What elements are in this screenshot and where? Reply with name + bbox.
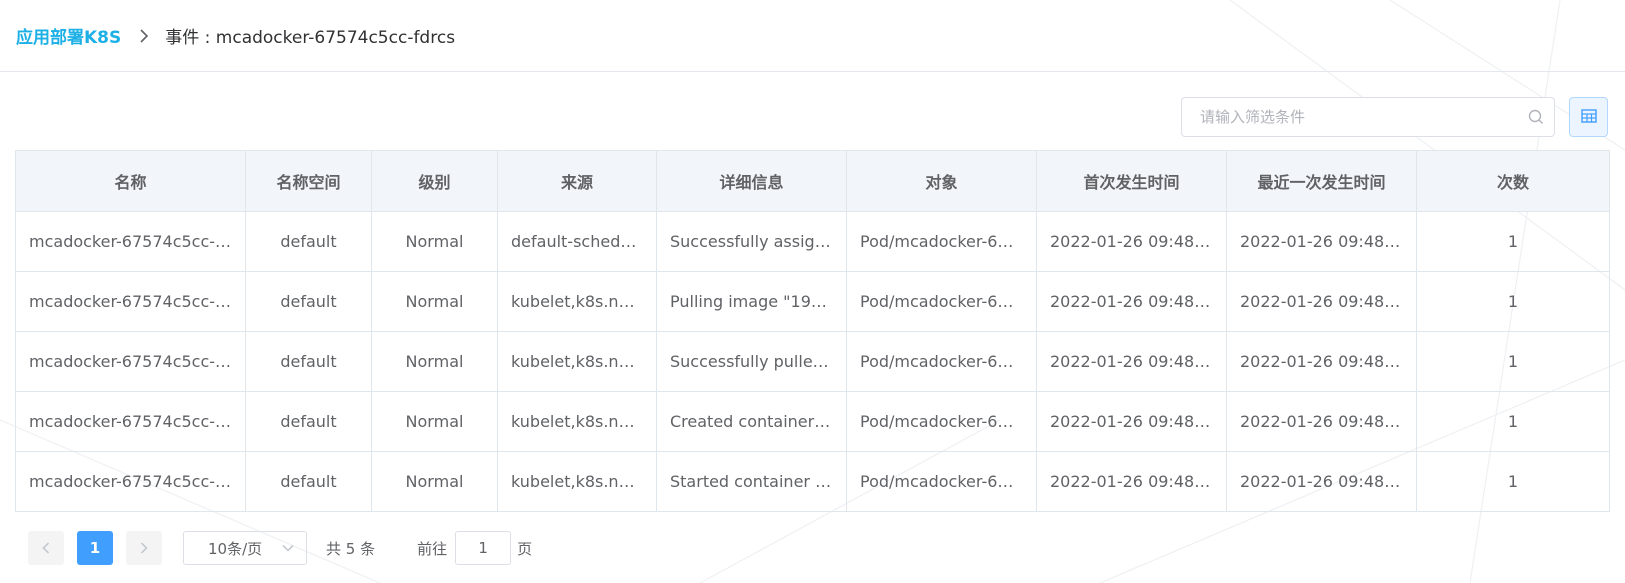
cell-source: kubelet,k8s.no… bbox=[497, 331, 657, 392]
cell-message: Successfully assig… bbox=[656, 211, 847, 272]
page-size-value: 10条/页 bbox=[208, 539, 263, 558]
cell-name: mcadocker-67574c5cc-… bbox=[15, 271, 246, 332]
cell-name: mcadocker-67574c5cc-… bbox=[15, 391, 246, 452]
table-row[interactable]: mcadocker-67574c5cc-… default Normal def… bbox=[15, 211, 1610, 272]
breadcrumb-root-link[interactable]: 应用部署K8S bbox=[16, 23, 121, 48]
page-number-active[interactable]: 1 bbox=[77, 531, 113, 565]
chevron-left-icon bbox=[42, 542, 50, 554]
cell-message: Created container … bbox=[656, 391, 847, 452]
column-header[interactable]: 来源 bbox=[497, 150, 657, 212]
column-header[interactable]: 名称空间 bbox=[245, 150, 372, 212]
cell-source: default-sched… bbox=[497, 211, 657, 272]
cell-first-time: 2022-01-26 09:48:28 bbox=[1036, 271, 1227, 332]
cell-message: Started container … bbox=[656, 451, 847, 512]
cell-last-time: 2022-01-26 09:48:28 bbox=[1226, 271, 1417, 332]
table-header-row: 名称 名称空间 级别 来源 详细信息 对象 首次发生时间 最近一次发生时间 次数 bbox=[15, 150, 1610, 212]
table-grid-icon bbox=[1580, 108, 1597, 127]
cell-level: Normal bbox=[371, 211, 498, 272]
chevron-down-icon bbox=[282, 544, 294, 552]
cell-name: mcadocker-67574c5cc-… bbox=[15, 211, 246, 272]
prev-page-button[interactable] bbox=[28, 531, 64, 565]
cell-last-time: 2022-01-26 09:48:27 bbox=[1226, 211, 1417, 272]
cell-namespace: default bbox=[245, 391, 372, 452]
page-size-select[interactable]: 10条/页 bbox=[183, 531, 307, 565]
cell-level: Normal bbox=[371, 331, 498, 392]
cell-count: 1 bbox=[1416, 211, 1610, 272]
cell-name: mcadocker-67574c5cc-… bbox=[15, 451, 246, 512]
cell-level: Normal bbox=[371, 451, 498, 512]
goto-page-input[interactable] bbox=[455, 531, 512, 565]
chevron-right-icon bbox=[139, 28, 149, 43]
breadcrumb: 应用部署K8S 事件 : mcadocker-67574c5cc-fdrcs bbox=[0, 0, 1625, 72]
cell-name: mcadocker-67574c5cc-… bbox=[15, 331, 246, 392]
column-header[interactable]: 次数 bbox=[1416, 150, 1610, 212]
filter-search-box bbox=[1181, 97, 1555, 137]
cell-source: kubelet,k8s.no… bbox=[497, 271, 657, 332]
search-icon[interactable] bbox=[1518, 109, 1554, 125]
cell-object: Pod/mcadocker-6… bbox=[846, 391, 1037, 452]
table-row[interactable]: mcadocker-67574c5cc-… default Normal kub… bbox=[15, 331, 1610, 392]
column-header[interactable]: 首次发生时间 bbox=[1036, 150, 1227, 212]
column-header[interactable]: 详细信息 bbox=[656, 150, 847, 212]
pagination: 1 10条/页 共 5 条 前往 页 bbox=[28, 530, 532, 566]
goto-label: 前往 bbox=[417, 539, 448, 558]
page-jumper: 前往 页 bbox=[417, 531, 532, 565]
cell-level: Normal bbox=[371, 391, 498, 452]
cell-message: Pulling image "19… bbox=[656, 271, 847, 332]
cell-first-time: 2022-01-26 09:48:28 bbox=[1036, 331, 1227, 392]
cell-source: kubelet,k8s.no… bbox=[497, 451, 657, 512]
table-row[interactable]: mcadocker-67574c5cc-… default Normal kub… bbox=[15, 271, 1610, 332]
filter-search-input[interactable] bbox=[1200, 99, 1518, 135]
cell-namespace: default bbox=[245, 331, 372, 392]
cell-last-time: 2022-01-26 09:48:28 bbox=[1226, 451, 1417, 512]
events-table: 名称 名称空间 级别 来源 详细信息 对象 首次发生时间 最近一次发生时间 次数… bbox=[15, 150, 1610, 512]
table-row[interactable]: mcadocker-67574c5cc-… default Normal kub… bbox=[15, 451, 1610, 512]
cell-namespace: default bbox=[245, 271, 372, 332]
column-header[interactable]: 名称 bbox=[15, 150, 246, 212]
column-header[interactable]: 级别 bbox=[371, 150, 498, 212]
next-page-button[interactable] bbox=[126, 531, 162, 565]
cell-first-time: 2022-01-26 09:48:28 bbox=[1036, 391, 1227, 452]
cell-first-time: 2022-01-26 09:48:27 bbox=[1036, 211, 1227, 272]
chevron-right-icon bbox=[140, 542, 148, 554]
cell-object: Pod/mcadocker-6… bbox=[846, 331, 1037, 392]
total-count: 共 5 条 bbox=[326, 539, 376, 558]
cell-object: Pod/mcadocker-6… bbox=[846, 211, 1037, 272]
cell-object: Pod/mcadocker-6… bbox=[846, 271, 1037, 332]
cell-first-time: 2022-01-26 09:48:28 bbox=[1036, 451, 1227, 512]
table-row[interactable]: mcadocker-67574c5cc-… default Normal kub… bbox=[15, 391, 1610, 452]
cell-object: Pod/mcadocker-6… bbox=[846, 451, 1037, 512]
column-header[interactable]: 最近一次发生时间 bbox=[1226, 150, 1417, 212]
cell-level: Normal bbox=[371, 271, 498, 332]
column-header[interactable]: 对象 bbox=[846, 150, 1037, 212]
cell-namespace: default bbox=[245, 211, 372, 272]
cell-count: 1 bbox=[1416, 391, 1610, 452]
cell-namespace: default bbox=[245, 451, 372, 512]
cell-count: 1 bbox=[1416, 271, 1610, 332]
cell-source: kubelet,k8s.no… bbox=[497, 391, 657, 452]
cell-count: 1 bbox=[1416, 451, 1610, 512]
cell-count: 1 bbox=[1416, 331, 1610, 392]
breadcrumb-current: 事件 : mcadocker-67574c5cc-fdrcs bbox=[165, 28, 456, 48]
cell-message: Successfully pulle… bbox=[656, 331, 847, 392]
cell-last-time: 2022-01-26 09:48:28 bbox=[1226, 391, 1417, 452]
page-suffix-label: 页 bbox=[517, 539, 533, 558]
cell-last-time: 2022-01-26 09:48:28 bbox=[1226, 331, 1417, 392]
column-settings-button[interactable] bbox=[1569, 97, 1608, 137]
